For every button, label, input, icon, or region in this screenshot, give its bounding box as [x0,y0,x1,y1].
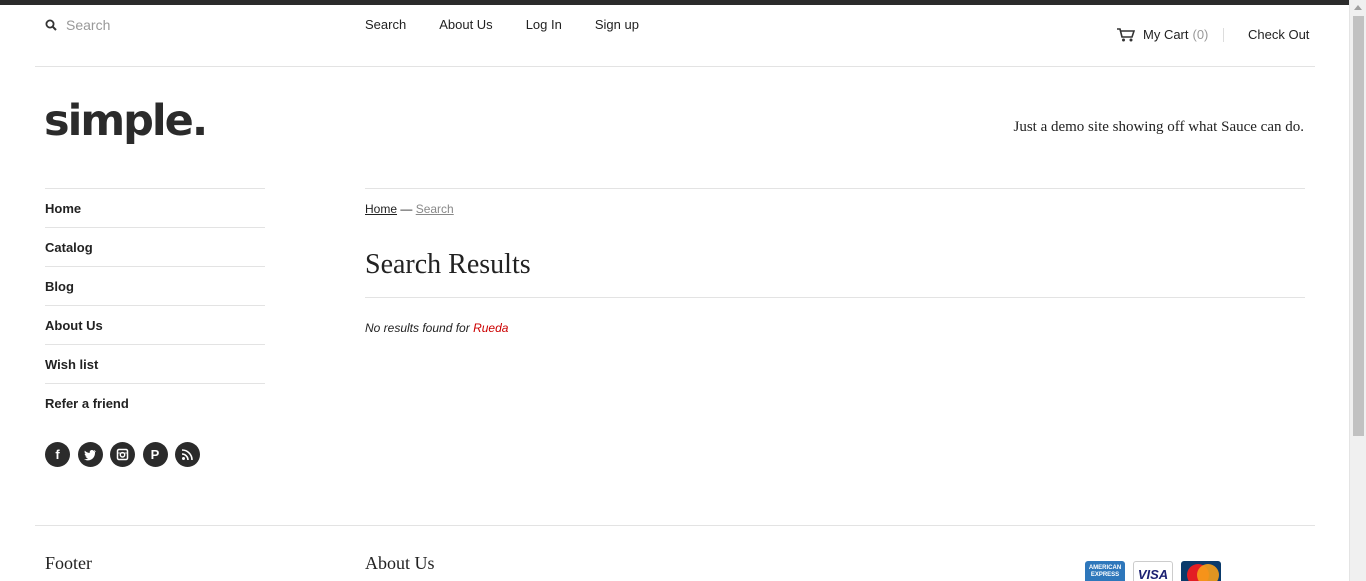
title-rule [365,297,1305,298]
breadcrumb: Home — Search [365,202,454,216]
sidebar-item-blog: Blog [45,266,265,305]
footer-about-title: About Us [365,553,435,573]
sidebar-link-blog[interactable]: Blog [45,279,74,294]
search-input[interactable] [66,17,286,33]
no-results-text: No results found for [365,321,470,335]
topnav-search-link[interactable]: Search [365,17,406,32]
checkout-link[interactable]: Check Out [1248,27,1309,42]
mastercard-card-icon [1181,561,1221,581]
site-logo[interactable]: simple. [44,96,208,146]
sidebar-item-home: Home [45,188,265,227]
sidebar-link-home[interactable]: Home [45,201,81,216]
instagram-icon[interactable] [110,442,135,467]
footer-col-title: Footer [45,553,92,573]
topnav-signup-link[interactable]: Sign up [595,17,639,32]
top-nav: Search About Us Log In Sign up [365,17,672,32]
sidebar-link-refer[interactable]: Refer a friend [45,396,129,411]
facebook-icon[interactable]: f [45,442,70,467]
pinterest-icon[interactable]: P [142,442,168,467]
cart-link[interactable]: My Cart (0) [1117,27,1208,42]
sidebar-item-about: About Us [45,305,265,344]
site-tagline: Just a demo site showing off what Sauce … [1013,119,1304,135]
visa-card-icon: VISA [1133,561,1173,581]
topnav-about-link[interactable]: About Us [439,17,492,32]
page-title: Search Results [365,249,531,280]
content-top-rule [365,188,1305,189]
breadcrumb-separator: — [400,202,413,216]
amex-card-icon: AMERICAN EXPRESS [1085,561,1125,581]
cart-count: (0) [1192,27,1209,42]
search-term: Rueda [473,321,509,335]
topnav-login-link[interactable]: Log In [526,17,562,32]
sidebar-link-wishlist[interactable]: Wish list [45,357,98,372]
twitter-icon[interactable] [77,442,103,467]
header-rule [35,66,1315,67]
header-divider [1223,28,1224,42]
rss-icon[interactable] [175,442,200,467]
search-box[interactable] [45,14,305,36]
sidebar-nav: Home Catalog Blog About Us Wish list Ref… [45,188,265,422]
scroll-up-arrow-icon[interactable] [1354,5,1362,10]
cart-label: My Cart [1143,27,1189,42]
breadcrumb-current-link[interactable]: Search [416,202,454,216]
top-bar [0,0,1349,5]
sidebar-item-refer: Refer a friend [45,383,265,422]
search-icon [45,19,57,31]
sidebar-item-wishlist: Wish list [45,344,265,383]
payment-cards: AMERICAN EXPRESS VISA [1085,561,1229,581]
footer-rule [35,525,1315,526]
no-results-message: No results found for Rueda [365,321,508,335]
social-links: f P [45,442,208,467]
sidebar-link-catalog[interactable]: Catalog [45,240,93,255]
sidebar-link-about[interactable]: About Us [45,318,103,333]
cart-icon [1117,27,1135,41]
sidebar-item-catalog: Catalog [45,227,265,266]
scrollbar-thumb[interactable] [1353,16,1364,436]
page-scrollbar[interactable] [1349,0,1366,581]
breadcrumb-home-link[interactable]: Home [365,202,397,216]
